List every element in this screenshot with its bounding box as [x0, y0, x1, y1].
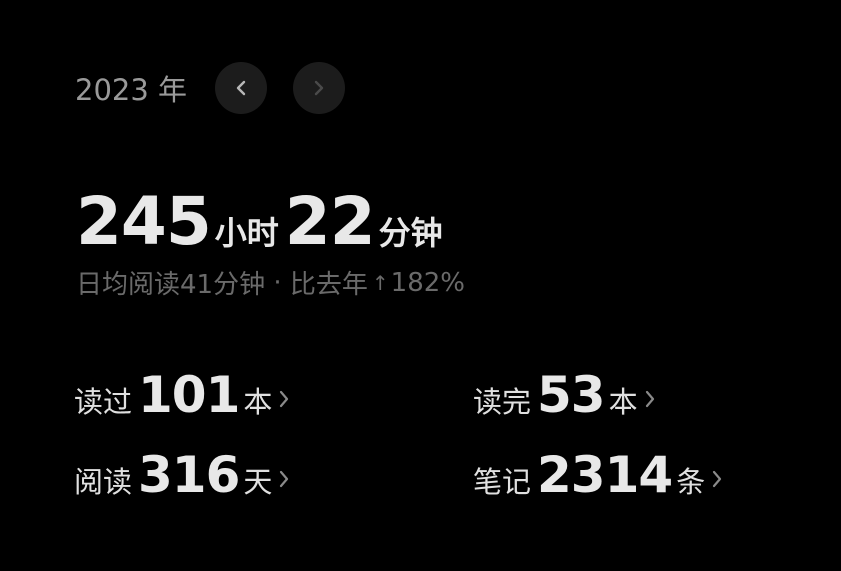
stat-label: 阅读 — [74, 465, 133, 499]
stat-unit: 条 — [676, 465, 706, 499]
daily-average: 日均阅读41分钟 — [76, 270, 266, 300]
reading-summary: 日均阅读41分钟 · 比去年 ↑ 182% — [76, 264, 465, 301]
stat-unit: 本 — [608, 385, 638, 419]
minutes-unit: 分钟 — [378, 214, 443, 252]
summary-separator: · — [265, 267, 290, 298]
stat-value: 2314 — [537, 446, 673, 504]
arrow-up-icon: ↑ — [371, 270, 389, 295]
stat-books-read[interactable]: 读过 101 本 — [74, 366, 290, 424]
year-selector: 2023 年 — [75, 62, 371, 114]
chevron-right-icon — [711, 468, 723, 490]
chevron-right-icon — [314, 80, 324, 96]
stat-notes[interactable]: 笔记 2314 条 — [473, 446, 723, 504]
change-percent: 182% — [390, 267, 466, 298]
year-label: 2023 年 — [75, 73, 188, 107]
stat-unit: 天 — [243, 465, 273, 499]
stat-books-finished[interactable]: 读完 53 本 — [473, 366, 656, 424]
stat-label: 读完 — [473, 385, 532, 419]
stat-value: 53 — [537, 366, 606, 424]
total-hours: 245 — [76, 183, 212, 260]
stat-unit: 本 — [243, 385, 273, 419]
chevron-right-icon — [278, 468, 290, 490]
total-reading-time: 245 小时 22 分钟 — [76, 183, 449, 260]
chevron-right-icon — [278, 388, 290, 410]
next-year-button[interactable] — [293, 62, 346, 114]
stat-label: 笔记 — [473, 465, 532, 499]
chevron-right-icon — [644, 388, 656, 410]
chevron-left-icon — [236, 80, 246, 96]
stat-value: 316 — [138, 446, 240, 504]
compare-label: 比去年 — [289, 270, 368, 300]
prev-year-button[interactable] — [215, 62, 268, 114]
stat-label: 读过 — [74, 385, 133, 419]
total-minutes: 22 — [284, 183, 376, 260]
stat-reading-days[interactable]: 阅读 316 天 — [74, 446, 290, 504]
hours-unit: 小时 — [214, 214, 279, 252]
stat-value: 101 — [138, 366, 240, 424]
